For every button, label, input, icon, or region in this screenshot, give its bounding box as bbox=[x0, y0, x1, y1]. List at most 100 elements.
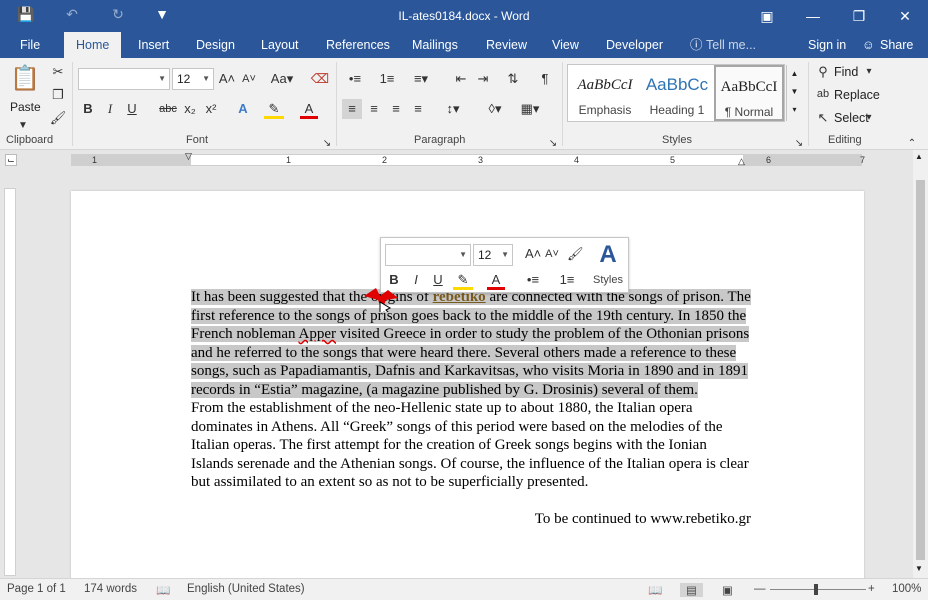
right-indent-marker-icon[interactable]: △ bbox=[738, 156, 745, 167]
italic-icon[interactable]: I bbox=[102, 99, 118, 119]
group-separator bbox=[336, 62, 337, 146]
scroll-thumb[interactable] bbox=[916, 180, 925, 560]
chevron-down-icon[interactable]: ▼ bbox=[18, 116, 28, 136]
tab-selector-icon[interactable]: ⌙ bbox=[5, 154, 17, 166]
chevron-down-icon[interactable]: ▾ bbox=[864, 62, 874, 82]
show-formatting-icon[interactable]: ¶ bbox=[536, 69, 554, 89]
clear-formatting-icon[interactable]: ⌫ bbox=[310, 69, 330, 89]
tab-insert[interactable]: Insert bbox=[138, 32, 169, 58]
styles-icon[interactable]: A bbox=[593, 240, 623, 270]
justify-icon[interactable]: ≡ bbox=[408, 99, 428, 119]
highlight-color-icon[interactable]: ✎ bbox=[453, 270, 473, 290]
subscript-icon[interactable]: x₂ bbox=[182, 99, 198, 119]
strikethrough-icon[interactable]: abc bbox=[158, 99, 178, 119]
document-text[interactable]: It has been suggested that the origins o… bbox=[191, 288, 751, 528]
close-icon[interactable]: ✕ bbox=[890, 4, 920, 28]
tab-developer[interactable]: Developer bbox=[606, 32, 663, 58]
horizontal-ruler[interactable]: ⌙ 1 1 2 3 4 5 6 7 ▽ △ bbox=[0, 150, 928, 170]
restore-icon[interactable]: ❐ bbox=[844, 4, 874, 28]
vertical-scrollbar[interactable]: ▲ ▼ bbox=[913, 150, 928, 578]
minimize-icon[interactable]: — bbox=[798, 4, 828, 28]
borders-icon[interactable]: ▦▾ bbox=[516, 99, 544, 119]
indent-marker-icon[interactable]: ▽ bbox=[185, 151, 192, 162]
replace-button[interactable]: Replace bbox=[834, 88, 880, 102]
zoom-out-icon[interactable]: — bbox=[754, 583, 766, 595]
line-spacing-icon[interactable]: ↕▾ bbox=[440, 99, 466, 119]
scroll-up-icon[interactable]: ▲ bbox=[915, 152, 923, 161]
word-count[interactable]: 174 words bbox=[84, 583, 137, 595]
zoom-thumb[interactable] bbox=[814, 584, 818, 595]
bold-icon[interactable]: B bbox=[80, 99, 96, 119]
tab-mailings[interactable]: Mailings bbox=[412, 32, 458, 58]
print-layout-icon[interactable]: ▤ bbox=[680, 583, 703, 597]
cut-icon[interactable]: ✂ bbox=[48, 62, 68, 82]
highlight-color-icon[interactable]: ✎ bbox=[264, 99, 284, 119]
style-emphasis[interactable]: AaBbCcI Emphasis bbox=[570, 65, 640, 121]
bullets-icon[interactable]: •≡ bbox=[344, 69, 366, 89]
document-area[interactable]: It has been suggested that the origins o… bbox=[20, 170, 913, 578]
tab-home[interactable]: Home bbox=[64, 32, 122, 58]
format-painter-icon[interactable]: 🖌 bbox=[48, 108, 68, 128]
paragraph-2[interactable]: From the establishment of the neo-Hellen… bbox=[191, 399, 751, 492]
proofing-icon[interactable]: 📖 bbox=[156, 583, 170, 597]
continued-line[interactable]: To be continued to www.rebetiko.gr bbox=[191, 510, 751, 529]
style-heading-1[interactable]: AaBbCc Heading 1 bbox=[642, 65, 712, 121]
shrink-font-icon[interactable]: A˅ bbox=[545, 244, 559, 264]
tab-review[interactable]: Review bbox=[486, 32, 527, 58]
font-color-icon[interactable]: A bbox=[487, 270, 505, 290]
scroll-down-icon[interactable]: ▼ bbox=[915, 564, 923, 573]
numbering-icon[interactable]: 1≡ bbox=[555, 270, 579, 290]
find-button[interactable]: Find bbox=[834, 65, 858, 79]
increase-indent-icon[interactable]: ⇥ bbox=[474, 69, 492, 89]
style-normal[interactable]: AaBbCcI ¶ Normal bbox=[714, 65, 784, 121]
paragraph-1[interactable]: It has been suggested that the origins o… bbox=[191, 288, 751, 399]
change-case-button[interactable]: Aa▾ bbox=[268, 69, 296, 89]
format-painter-icon[interactable]: 🖌 bbox=[567, 244, 584, 264]
multilevel-list-icon[interactable]: ≡▾ bbox=[408, 69, 434, 89]
styles-scroll[interactable]: ▲ ▼ ▾ bbox=[786, 65, 802, 121]
underline-icon[interactable]: U bbox=[124, 99, 140, 119]
numbering-icon[interactable]: 1≡ bbox=[376, 69, 398, 89]
zoom-level[interactable]: 100% bbox=[892, 583, 921, 595]
tab-file[interactable]: File bbox=[20, 32, 40, 58]
mini-font-name-input[interactable]: ▼ bbox=[385, 244, 471, 266]
language[interactable]: English (United States) bbox=[187, 583, 305, 595]
chevron-down-icon[interactable]: ▾ bbox=[864, 108, 874, 128]
tab-references[interactable]: References bbox=[326, 32, 390, 58]
tab-view[interactable]: View bbox=[552, 32, 579, 58]
align-left-icon[interactable]: ≡ bbox=[342, 99, 362, 119]
share-button[interactable]: Share bbox=[880, 32, 913, 58]
ruler-mark: 1 bbox=[92, 155, 98, 165]
tab-layout[interactable]: Layout bbox=[261, 32, 299, 58]
grow-font-icon[interactable]: A˄ bbox=[525, 244, 541, 264]
mini-font-size-input[interactable]: 12 ▼ bbox=[473, 244, 513, 266]
grow-font-icon[interactable]: A˄ bbox=[218, 69, 236, 89]
shading-icon[interactable]: ◊▾ bbox=[482, 99, 508, 119]
superscript-icon[interactable]: x² bbox=[203, 99, 219, 119]
text-effects-icon[interactable]: A bbox=[234, 99, 252, 119]
tell-me-search[interactable]: Tell me... bbox=[706, 32, 756, 58]
zoom-in-icon[interactable]: + bbox=[868, 583, 875, 595]
sign-in-link[interactable]: Sign in bbox=[808, 32, 846, 58]
zoom-slider[interactable] bbox=[770, 589, 866, 590]
sort-icon[interactable]: ⇅ bbox=[504, 69, 522, 89]
shrink-font-icon[interactable]: A˅ bbox=[240, 69, 258, 89]
align-right-icon[interactable]: ≡ bbox=[386, 99, 406, 119]
copy-icon[interactable]: ❐ bbox=[48, 85, 68, 105]
align-center-icon[interactable]: ≡ bbox=[364, 99, 384, 119]
paste-button[interactable]: Paste bbox=[10, 100, 41, 114]
page-count[interactable]: Page 1 of 1 bbox=[7, 583, 66, 595]
underline-icon[interactable]: U bbox=[431, 270, 445, 290]
ribbon-display-icon[interactable]: ▣ bbox=[752, 4, 782, 28]
tab-design[interactable]: Design bbox=[196, 32, 235, 58]
font-size-input[interactable]: 12 ▼ bbox=[172, 68, 214, 90]
font-color-icon[interactable]: A bbox=[300, 99, 318, 119]
paste-icon[interactable]: 📋 bbox=[10, 64, 40, 94]
decrease-indent-icon[interactable]: ⇤ bbox=[452, 69, 470, 89]
font-name-input[interactable]: ▼ bbox=[78, 68, 170, 90]
read-mode-icon[interactable]: 📖 bbox=[648, 583, 662, 597]
mini-styles-label[interactable]: Styles bbox=[593, 274, 623, 286]
bullets-icon[interactable]: •≡ bbox=[521, 270, 545, 290]
italic-icon[interactable]: I bbox=[409, 270, 423, 290]
web-layout-icon[interactable]: ▣ bbox=[722, 583, 733, 597]
